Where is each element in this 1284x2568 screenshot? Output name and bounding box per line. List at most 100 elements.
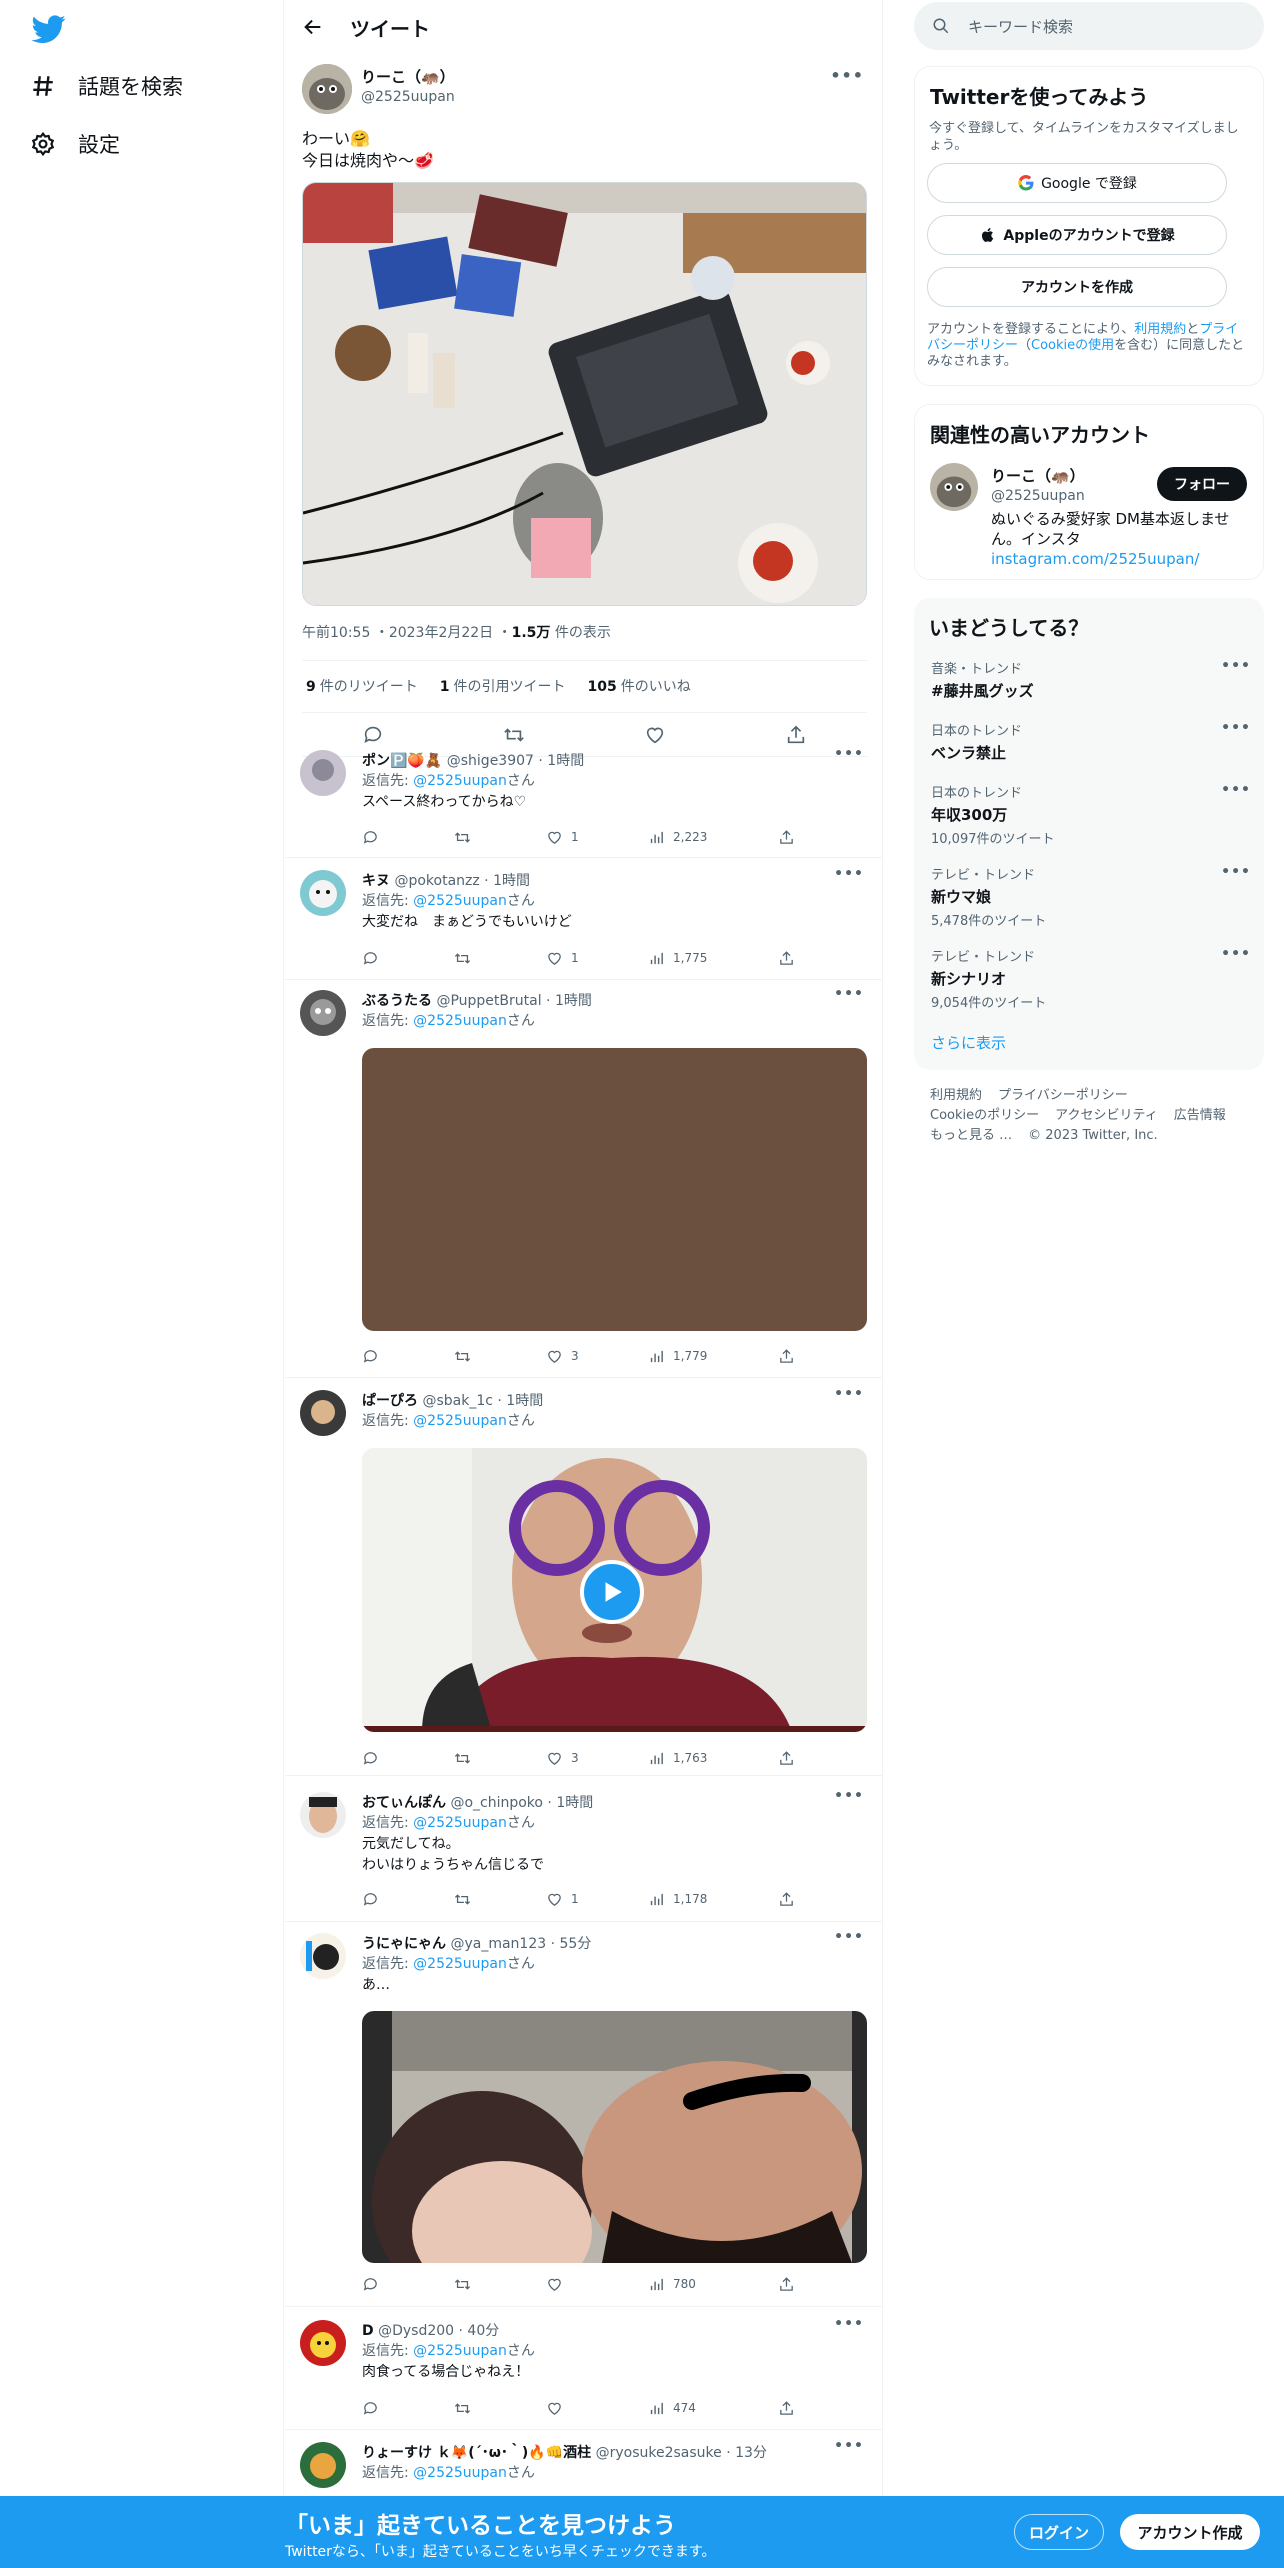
reply-time[interactable]: 40分 [467,2323,499,2339]
footer-privacy[interactable]: プライバシーポリシー [998,1088,1128,1103]
reply-handle[interactable]: @pokotanzz [394,873,479,889]
reply-item[interactable]: ぶるうたる @PuppetBrutal · 1時間 ••• 返信先: @2525… [285,986,882,1378]
reply-handle[interactable]: @ya_man123 [450,1936,546,1952]
reply-avatar[interactable] [300,2442,346,2488]
signup-button[interactable]: アカウント作成 [1120,2514,1260,2550]
reply-time[interactable]: 55分 [560,1936,592,1952]
share-icon[interactable] [785,724,807,750]
reply-avatar[interactable] [300,1933,346,1979]
more-icon[interactable]: ••• [834,2316,864,2332]
retweet-icon[interactable] [454,2397,546,2419]
like-icon[interactable] [644,724,666,750]
views-button[interactable]: 1,178 [648,1888,778,1910]
reply-icon[interactable] [362,1888,454,1910]
like-button[interactable]: 3 [546,1345,648,1367]
reply-item[interactable]: ポン🅿️🍑🧸 @shige3907 · 1時間 ••• 返信先: @2525uu… [285,746,882,858]
reply-handle[interactable]: @sbak_1c [422,1393,492,1409]
like-button[interactable] [546,2397,648,2419]
related-name[interactable]: りーこ（🦛） [991,465,1085,486]
more-icon[interactable]: ••• [834,1788,864,1804]
reply-time[interactable]: 1時間 [493,873,530,889]
retweet-icon[interactable] [454,1345,546,1367]
more-icon[interactable]: ••• [834,866,864,882]
reply-item[interactable]: D @Dysd200 · 40分 ••• 返信先: @2525uupanさん 肉… [285,2316,882,2430]
login-button[interactable]: ログイン [1014,2514,1104,2550]
share-icon[interactable] [778,1747,795,1769]
reply-handle[interactable]: @shige3907 [447,753,534,769]
reply-item[interactable]: りょーすけ ｋ🦊(´･ω･｀)🔥👊酒柱 @ryosuke2sasuke · 13… [285,2438,882,2502]
like-button[interactable] [546,2273,648,2295]
reply-handle[interactable]: @o_chinpoko [450,1795,543,1811]
share-icon[interactable] [778,826,795,848]
nav-settings[interactable]: 設定 [30,124,120,164]
author-avatar[interactable] [302,64,352,114]
reply-to-link[interactable]: @2525uupan [413,893,507,909]
terms-link[interactable]: 利用規約 [1134,322,1186,337]
footer-ads[interactable]: 広告情報 [1174,1108,1226,1123]
more-icon[interactable]: ••• [1221,782,1251,798]
reply-to-link[interactable]: @2525uupan [413,2343,507,2359]
reply-icon[interactable] [362,2273,454,2295]
author-handle[interactable]: @2525uupan [361,89,455,105]
reply-name[interactable]: おてぃんぽん [362,1795,446,1811]
reply-image[interactable] [362,1048,867,1331]
footer-terms[interactable]: 利用規約 [930,1088,982,1103]
reply-icon[interactable] [362,826,454,848]
views-button[interactable]: 1,779 [648,1345,778,1367]
more-icon[interactable]: ••• [834,746,864,762]
reply-name[interactable]: ぱーぴろ [362,1393,418,1409]
reply-video[interactable] [362,1448,867,1732]
reply-item[interactable]: ぱーぴろ @sbak_1c · 1時間 ••• 返信先: @2525uupanさ… [285,1386,882,1776]
reply-avatar[interactable] [300,750,346,796]
retweet-icon[interactable] [454,947,546,969]
reply-to-link[interactable]: @2525uupan [413,773,507,789]
search-input[interactable]: キーワード検索 [914,2,1264,50]
footer-cookie[interactable]: Cookieのポリシー [930,1108,1039,1123]
trend-item[interactable]: 日本のトレンド 年収300万 10,097件のツイート ••• [931,782,1251,847]
reply-avatar[interactable] [300,1792,346,1838]
google-signup-button[interactable]: Google で登録 [927,163,1227,203]
follow-button[interactable]: フォロー [1157,467,1247,501]
retweets-stat[interactable]: 9 件のリツイート [306,676,418,696]
views-button[interactable]: 474 [648,2397,778,2419]
reply-name[interactable]: D [362,2323,374,2339]
reply-name[interactable]: ぶるうたる [362,993,432,1009]
show-more-link[interactable]: さらに表示 [931,1032,1006,1053]
retweet-icon[interactable] [454,826,546,848]
trend-item[interactable]: 日本のトレンド ベンラ禁止 ••• [931,720,1251,763]
cookie-link[interactable]: Cookieの使用 [1031,338,1114,353]
share-icon[interactable] [778,2273,795,2295]
reply-handle[interactable]: @PuppetBrutal [436,993,541,1009]
reply-image[interactable] [362,2011,867,2263]
reply-time[interactable]: 13分 [735,2445,767,2461]
more-icon[interactable]: ••• [830,66,864,85]
more-icon[interactable]: ••• [834,2438,864,2454]
reply-name[interactable]: りょーすけ ｋ🦊(´･ω･｀)🔥👊酒柱 [362,2445,591,2461]
reply-to-link[interactable]: @2525uupan [413,2465,507,2481]
share-icon[interactable] [778,947,795,969]
retweet-icon[interactable] [454,1747,546,1769]
like-button[interactable]: 1 [546,947,648,969]
tweet-date[interactable]: 2023年2月22日 [389,625,493,641]
likes-stat[interactable]: 105 件のいいね [588,676,691,696]
reply-time[interactable]: 1時間 [555,993,592,1009]
quotes-stat[interactable]: 1 件の引用ツイート [440,676,566,696]
apple-signup-button[interactable]: Appleのアカウントで登録 [927,215,1227,255]
reply-to-link[interactable]: @2525uupan [413,1413,507,1429]
reply-avatar[interactable] [300,870,346,916]
author-name[interactable]: りーこ（🦛） [361,66,455,87]
reply-handle[interactable]: @Dysd200 [378,2323,454,2339]
like-button[interactable]: 1 [546,826,648,848]
more-icon[interactable]: ••• [834,1386,864,1402]
reply-avatar[interactable] [300,1390,346,1436]
trend-item[interactable]: テレビ・トレンド 新シナリオ 9,054件のツイート ••• [931,946,1251,1011]
reply-to-link[interactable]: @2525uupan [413,1815,507,1831]
reply-icon[interactable] [362,947,454,969]
retweet-icon[interactable] [454,1888,546,1910]
reply-icon[interactable] [362,1747,454,1769]
more-icon[interactable]: ••• [834,986,864,1002]
reply-item[interactable]: キヌ @pokotanzz · 1時間 ••• 返信先: @2525uupanさ… [285,866,882,980]
tweet-photo[interactable] [302,182,867,606]
reply-name[interactable]: うにゃにゃん [362,1936,446,1952]
play-icon[interactable] [580,1560,644,1624]
